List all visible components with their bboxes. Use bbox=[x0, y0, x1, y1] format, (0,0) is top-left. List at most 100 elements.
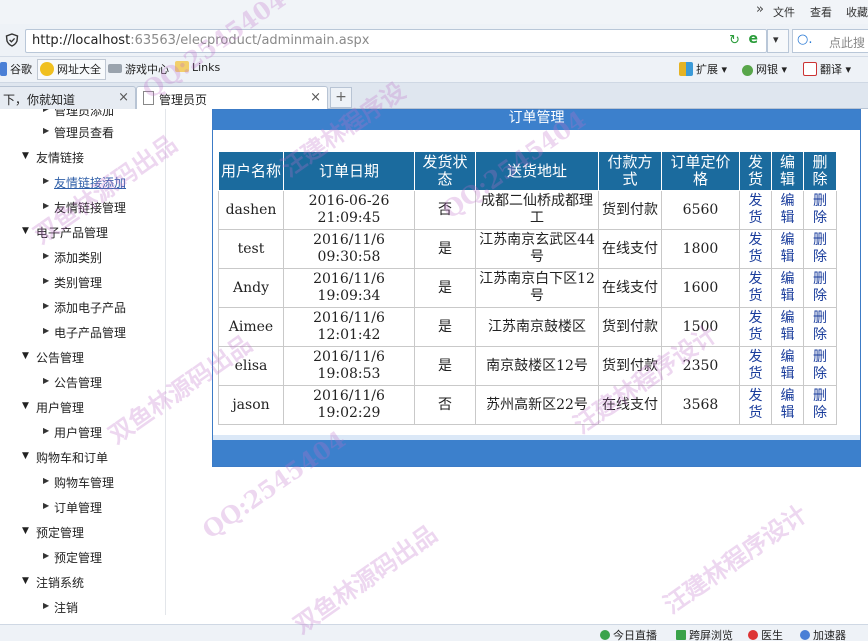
sidebar-item-label: 电子产品管理 bbox=[54, 326, 127, 340]
extend-icon bbox=[679, 62, 693, 76]
chevron-right-icon[interactable]: » bbox=[756, 2, 764, 17]
ship-link[interactable]: 发货 bbox=[739, 229, 772, 269]
status-accelerator[interactable]: 加速器 bbox=[800, 627, 846, 643]
url-text[interactable]: http://localhost:63563/elecproduct/admin… bbox=[32, 33, 369, 48]
toolbar-extend[interactable]: 扩展 ▾ bbox=[679, 61, 727, 78]
search-input[interactable]: ○. 点此搜 bbox=[792, 29, 868, 53]
cell-payment: 货到付款 bbox=[598, 307, 662, 347]
edit-link[interactable]: 编辑 bbox=[771, 229, 804, 269]
col-shipped: 发货状态 bbox=[414, 151, 476, 191]
watermark: 双鱼林源码出品 bbox=[288, 519, 443, 640]
search-engine-icon[interactable]: ○. bbox=[797, 32, 812, 47]
triangle-down-icon: ▼ bbox=[22, 576, 29, 586]
triangle-right-icon: ▶ bbox=[43, 109, 49, 113]
cell-address: 江苏南京鼓楼区 bbox=[475, 307, 599, 347]
cell-payment: 在线支付 bbox=[598, 268, 662, 308]
sidebar-item-label: 管理员查看 bbox=[54, 126, 115, 140]
shield-icon[interactable] bbox=[5, 33, 19, 47]
triangle-right-icon: ▶ bbox=[43, 601, 50, 610]
cell-user: Andy bbox=[218, 268, 284, 308]
gamepad-icon bbox=[108, 64, 122, 73]
ship-link[interactable]: 发货 bbox=[739, 346, 772, 386]
triangle-right-icon: ▶ bbox=[43, 476, 50, 485]
site-nav-icon bbox=[40, 62, 54, 76]
triangle-right-icon: ▶ bbox=[43, 326, 50, 335]
delete-link[interactable]: 删除 bbox=[803, 307, 837, 347]
close-icon[interactable]: × bbox=[118, 90, 129, 105]
delete-link[interactable]: 删除 bbox=[803, 346, 837, 386]
address-dropdown-button[interactable]: ▾ bbox=[767, 29, 789, 53]
admin-sidebar: ▶ 管理员添加 ▶管理员查看▼友情链接▶友情链接添加▶友情链接管理▼电子产品管理… bbox=[0, 109, 166, 615]
cell-price: 1800 bbox=[661, 229, 740, 269]
edit-link[interactable]: 编辑 bbox=[771, 346, 804, 386]
sidebar-item-label: 注销 bbox=[54, 601, 79, 615]
chevron-down-icon: ▾ bbox=[773, 33, 779, 46]
cell-price: 3568 bbox=[661, 385, 740, 425]
phone-icon bbox=[676, 630, 686, 640]
menu-file[interactable]: 文件 bbox=[773, 4, 795, 20]
col-user: 用户名称 bbox=[218, 151, 284, 191]
edit-link[interactable]: 编辑 bbox=[771, 190, 804, 230]
order-management-panel: 订单管理 用户名称 订单日期 发货状态 送货地址 付款方式 订单定价格 发货 编… bbox=[212, 109, 861, 467]
cell-price: 1500 bbox=[661, 307, 740, 347]
favorites-bar: 谷歌 网址大全 游戏中心 Links 扩展 ▾ 网银 ▾ 翻译 ▾ bbox=[0, 57, 868, 83]
col-ship: 发货 bbox=[739, 151, 772, 191]
triangle-down-icon: ▼ bbox=[22, 351, 29, 361]
table-row: test 2016/11/6 09:30:58 是江苏南京玄武区44号 在线支付 180… bbox=[218, 229, 837, 269]
col-edit: 编辑 bbox=[771, 151, 804, 191]
sidebar-item-label: 友情链接 bbox=[36, 151, 85, 165]
cell-price: 2350 bbox=[661, 346, 740, 386]
cell-shipped: 是 bbox=[414, 229, 476, 269]
table-row: Andy 2016/11/6 19:09:34 是江苏南京白下区12号 在线支付 160… bbox=[218, 268, 837, 308]
fav-links[interactable]: Links bbox=[175, 61, 220, 78]
cell-payment: 货到付款 bbox=[598, 190, 662, 230]
triangle-right-icon: ▶ bbox=[43, 301, 50, 310]
delete-link[interactable]: 删除 bbox=[803, 385, 837, 425]
panel-title: 订单管理 bbox=[213, 110, 860, 130]
sidebar-item-label: 添加电子产品 bbox=[54, 301, 127, 315]
edit-link[interactable]: 编辑 bbox=[771, 307, 804, 347]
sidebar-item-label: 公告管理 bbox=[54, 376, 103, 390]
cell-shipped: 是 bbox=[414, 307, 476, 347]
menu-view[interactable]: 查看 bbox=[810, 4, 832, 20]
triangle-right-icon: ▶ bbox=[43, 376, 50, 385]
cell-user: dashen bbox=[218, 190, 284, 230]
triangle-right-icon: ▶ bbox=[43, 126, 50, 135]
cell-payment: 在线支付 bbox=[598, 385, 662, 425]
ship-link[interactable]: 发货 bbox=[739, 385, 772, 425]
ie-compat-icon[interactable]: e bbox=[749, 31, 759, 47]
toolbar-bank[interactable]: 网银 ▾ bbox=[742, 61, 787, 78]
triangle-right-icon: ▶ bbox=[43, 176, 50, 185]
refresh-icon[interactable]: ↻ bbox=[729, 33, 740, 48]
ship-link[interactable]: 发货 bbox=[739, 307, 772, 347]
panel-footer bbox=[213, 440, 860, 466]
close-icon[interactable]: × bbox=[310, 90, 321, 105]
triangle-right-icon: ▶ bbox=[43, 201, 50, 210]
fav-site-nav[interactable]: 网址大全 bbox=[37, 59, 106, 80]
sidebar-item-label[interactable]: 友情链接添加 bbox=[54, 174, 126, 191]
status-doctor[interactable]: 医生 bbox=[748, 627, 783, 643]
cell-date: 2016/11/6 19:09:34 bbox=[283, 268, 415, 308]
fav-google[interactable]: 谷歌 bbox=[0, 61, 32, 78]
status-screen[interactable]: 跨屏浏览 bbox=[676, 627, 733, 643]
tab-baidu[interactable]: 下，你就知道 × bbox=[0, 86, 136, 109]
cell-shipped: 否 bbox=[414, 190, 476, 230]
status-today[interactable]: 今日直播 bbox=[600, 627, 657, 643]
ship-link[interactable]: 发货 bbox=[739, 268, 772, 308]
tab-admin-page[interactable]: 管理员页 × bbox=[136, 86, 328, 109]
delete-link[interactable]: 删除 bbox=[803, 268, 837, 308]
new-tab-button[interactable]: + bbox=[330, 87, 352, 108]
delete-link[interactable]: 删除 bbox=[803, 229, 837, 269]
cell-user: test bbox=[218, 229, 284, 269]
fav-game-center[interactable]: 游戏中心 bbox=[108, 61, 169, 78]
cell-shipped: 否 bbox=[414, 385, 476, 425]
delete-link[interactable]: 删除 bbox=[803, 190, 837, 230]
edit-link[interactable]: 编辑 bbox=[771, 385, 804, 425]
edit-link[interactable]: 编辑 bbox=[771, 268, 804, 308]
ship-link[interactable]: 发货 bbox=[739, 190, 772, 230]
toolbar-translate[interactable]: 翻译 ▾ bbox=[803, 61, 851, 78]
address-bar[interactable]: http://localhost:63563/elecproduct/admin… bbox=[25, 29, 767, 53]
menu-favorites[interactable]: 收藏 bbox=[846, 4, 868, 20]
bank-icon bbox=[742, 65, 753, 76]
cell-payment: 在线支付 bbox=[598, 229, 662, 269]
